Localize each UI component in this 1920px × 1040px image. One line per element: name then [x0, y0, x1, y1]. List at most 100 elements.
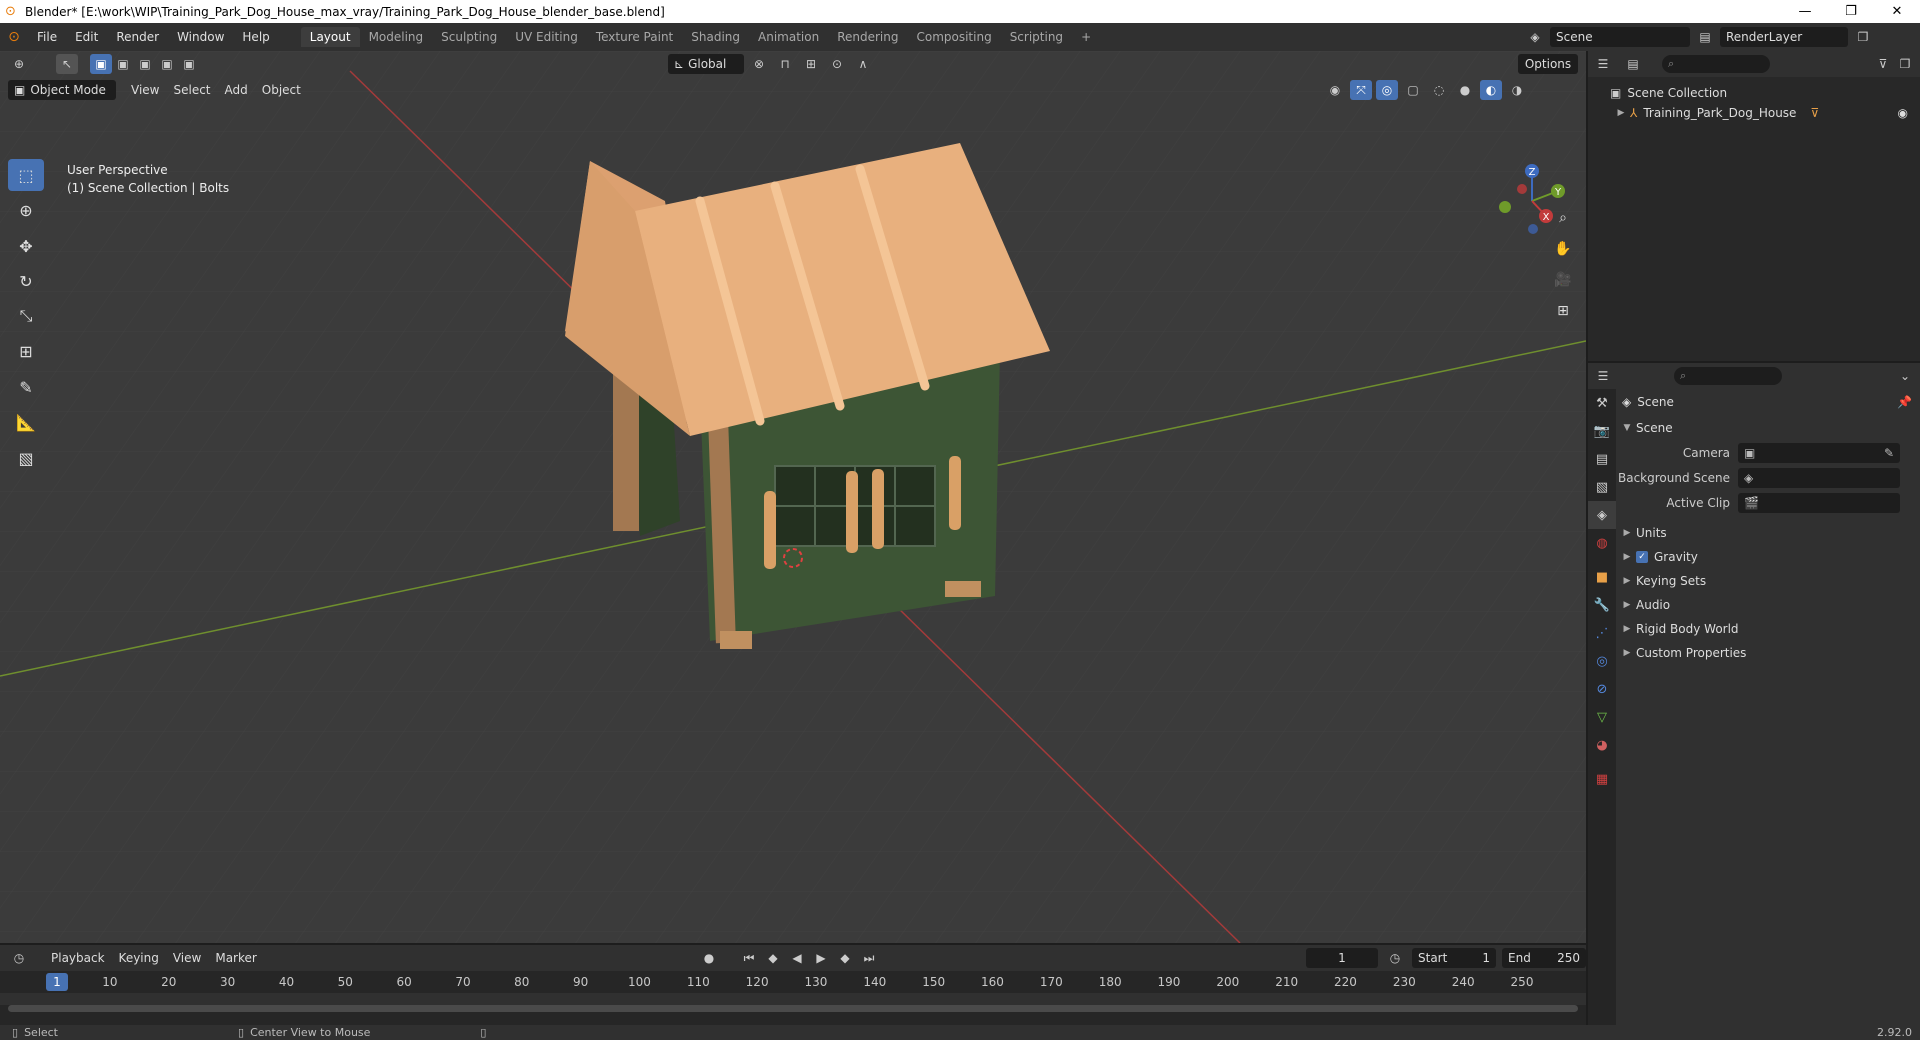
properties-search-input[interactable]: ⌕: [1674, 367, 1782, 385]
timeline-ruler[interactable]: 1102030405060708090100110120130140150160…: [0, 971, 1586, 993]
orthographic-toggle-icon[interactable]: ⊞: [1550, 298, 1576, 324]
next-keyframe-icon[interactable]: ◆: [834, 948, 856, 968]
rotate-tool-icon[interactable]: ↻: [8, 265, 44, 297]
timeline-editor-type-icon[interactable]: ◷: [8, 948, 30, 968]
filter-icon[interactable]: ⊽: [1872, 54, 1894, 74]
expand-arrow-icon[interactable]: ▶: [1618, 528, 1636, 538]
neg-y-axis-handle[interactable]: [1499, 201, 1511, 213]
prev-keyframe-icon[interactable]: ◆: [762, 948, 784, 968]
visibility-icon[interactable]: ◉: [1324, 80, 1346, 100]
gravity-checkbox[interactable]: ✓: [1636, 551, 1648, 563]
viewport-canvas[interactable]: [0, 51, 1586, 943]
custom-properties-panel[interactable]: ▶ Custom Properties: [1618, 641, 1918, 665]
texture-tab-icon[interactable]: ▦: [1588, 765, 1616, 793]
maximize-button[interactable]: ❐: [1828, 4, 1874, 19]
workspace-tab-texture-paint[interactable]: Texture Paint: [587, 27, 682, 47]
workspace-tab-animation[interactable]: Animation: [749, 27, 828, 47]
outliner-editor-type-icon[interactable]: ☰: [1592, 54, 1614, 74]
xray-icon[interactable]: ▢: [1402, 80, 1424, 100]
menu-edit[interactable]: Edit: [66, 30, 107, 44]
workspace-tab-sculpting[interactable]: Sculpting: [432, 27, 506, 47]
zoom-view-icon[interactable]: ⌕: [1550, 205, 1576, 231]
eyedropper-icon[interactable]: ✎: [1884, 446, 1894, 460]
viewport-menu-view[interactable]: View: [124, 83, 166, 97]
select-invert-icon[interactable]: ▣: [156, 54, 178, 74]
3d-viewport[interactable]: ⊕ ↖ ▣ ▣ ▣ ▣ ▣ ⊾ Global ⊗ ⊓ ⊞ ⊙ ∧ Options: [0, 51, 1586, 943]
constraints-tab-icon[interactable]: ⊘: [1588, 675, 1616, 703]
cursor-tool-icon[interactable]: ⊕: [8, 194, 44, 226]
properties-editor-type-icon[interactable]: ☰: [1592, 366, 1614, 386]
output-tab-icon[interactable]: ▤: [1588, 445, 1616, 473]
wireframe-shading-icon[interactable]: ◌: [1428, 80, 1450, 100]
active-clip-field[interactable]: 🎬: [1738, 492, 1900, 513]
menu-help[interactable]: Help: [233, 30, 278, 44]
select-box-tool-icon[interactable]: ⬚: [8, 159, 44, 191]
visibility-eye-icon[interactable]: ◉: [1898, 106, 1908, 120]
workspace-tab-compositing[interactable]: Compositing: [907, 27, 1000, 47]
timeline-menu-playback[interactable]: Playback: [44, 951, 112, 965]
editor-type-icon[interactable]: ⊕: [8, 54, 30, 74]
snap-icon[interactable]: ⊓: [774, 54, 796, 74]
annotate-tool-icon[interactable]: ✎: [8, 371, 44, 403]
pin-icon[interactable]: 📌: [1897, 395, 1912, 409]
view-layer-tab-icon[interactable]: ▧: [1588, 473, 1616, 501]
timeline-menu-keying[interactable]: Keying: [112, 951, 166, 965]
gizmo-toggle-icon[interactable]: ⤧: [1350, 80, 1372, 100]
tool-tab-icon[interactable]: ⚒: [1588, 389, 1616, 417]
background-scene-field[interactable]: ◈: [1738, 467, 1900, 488]
particles-tab-icon[interactable]: ⋰: [1588, 619, 1616, 647]
scale-tool-icon[interactable]: ⤡: [8, 300, 44, 332]
preview-range-icon[interactable]: ◷: [1384, 948, 1406, 968]
transform-tool-icon[interactable]: ⊞: [8, 335, 44, 367]
jump-start-icon[interactable]: ⏮: [738, 948, 760, 968]
snap-target-icon[interactable]: ⊞: [800, 54, 822, 74]
select-new-icon[interactable]: ▣: [90, 54, 112, 74]
view-layer-icon[interactable]: ▤: [1694, 27, 1716, 47]
end-frame-field[interactable]: End 250: [1502, 948, 1586, 968]
properties-options-icon[interactable]: ⌄: [1894, 366, 1916, 386]
viewport-menu-add[interactable]: Add: [218, 83, 255, 97]
select-subtract-icon[interactable]: ▣: [134, 54, 156, 74]
pivot-point-icon[interactable]: ⊗: [748, 54, 770, 74]
add-workspace-button[interactable]: +: [1072, 27, 1100, 47]
rendered-shading-icon[interactable]: ◑: [1506, 80, 1528, 100]
camera-view-icon[interactable]: 🎥: [1550, 267, 1576, 293]
playhead[interactable]: 1: [46, 973, 68, 991]
menu-window[interactable]: Window: [168, 30, 233, 44]
menu-file[interactable]: File: [28, 30, 66, 44]
expand-arrow-icon[interactable]: ▶: [1618, 552, 1636, 562]
solid-shading-icon[interactable]: ●: [1454, 80, 1476, 100]
expand-arrow-icon[interactable]: ▶: [1618, 624, 1636, 634]
workspace-tab-uv-editing[interactable]: UV Editing: [506, 27, 587, 47]
mode-dropdown[interactable]: ▣ Object Mode: [8, 80, 116, 100]
play-icon[interactable]: ▶: [810, 948, 832, 968]
overlay-toggle-icon[interactable]: ◎: [1376, 80, 1398, 100]
expand-arrow-icon[interactable]: ▶: [1612, 108, 1630, 118]
scene-icon[interactable]: ◈: [1524, 27, 1546, 47]
select-mode-icon[interactable]: ↖: [56, 54, 78, 74]
minimize-button[interactable]: —: [1782, 4, 1828, 19]
material-shading-icon[interactable]: ◐: [1480, 80, 1502, 100]
play-reverse-icon[interactable]: ◀: [786, 948, 808, 968]
render-tab-icon[interactable]: 📷: [1588, 417, 1616, 445]
outliner-search-input[interactable]: ⌕: [1662, 55, 1770, 73]
outliner-row-scene-collection[interactable]: ▣ Scene Collection: [1588, 83, 1920, 103]
copy-view-layer-icon[interactable]: ❐: [1852, 27, 1874, 47]
timeline-scrollbar[interactable]: [8, 1005, 1578, 1012]
timeline-menu-marker[interactable]: Marker: [208, 951, 263, 965]
workspace-tab-scripting[interactable]: Scripting: [1001, 27, 1072, 47]
collapse-arrow-icon[interactable]: ▼: [1618, 423, 1636, 433]
close-button[interactable]: ✕: [1874, 4, 1920, 19]
expand-arrow-icon[interactable]: ▶: [1618, 576, 1636, 586]
select-intersect-icon[interactable]: ▣: [178, 54, 200, 74]
audio-panel[interactable]: ▶ Audio: [1618, 593, 1918, 617]
camera-field[interactable]: ▣ ✎: [1738, 442, 1900, 463]
falloff-icon[interactable]: ∧: [852, 54, 874, 74]
material-tab-icon[interactable]: ◕: [1588, 731, 1616, 759]
options-dropdown[interactable]: Options: [1518, 54, 1578, 74]
units-panel[interactable]: ▶ Units: [1618, 521, 1918, 545]
jump-end-icon[interactable]: ⏭: [858, 948, 880, 968]
display-mode-icon[interactable]: ▤: [1622, 54, 1644, 74]
move-tool-icon[interactable]: ✥: [8, 230, 44, 262]
neg-x-axis-handle[interactable]: [1517, 184, 1527, 194]
